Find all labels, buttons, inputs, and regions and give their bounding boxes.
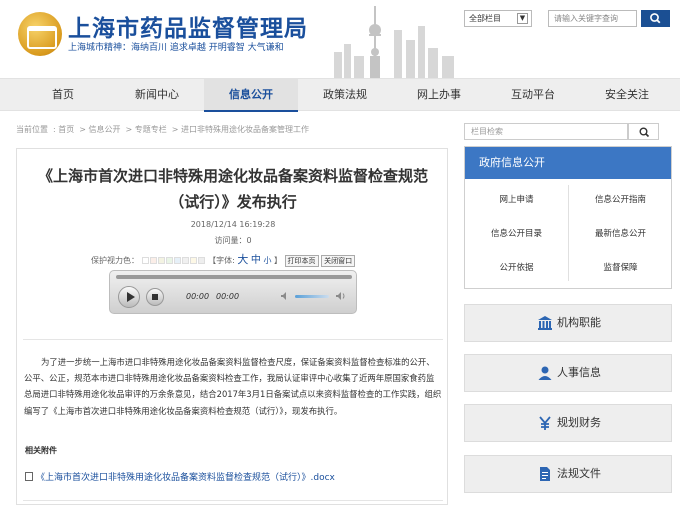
- close-window-button[interactable]: 关闭窗口: [321, 255, 356, 267]
- person-icon: [538, 366, 552, 380]
- color-swatch-beige[interactable]: [157, 257, 165, 264]
- search-icon: [639, 127, 650, 138]
- breadcrumb-special[interactable]: 专题专栏: [135, 125, 167, 134]
- breadcrumb-current[interactable]: 进口非特殊用途化妆品备案管理工作: [181, 125, 309, 134]
- sidebar-button-institution[interactable]: 机构职能: [464, 304, 672, 342]
- color-swatch-pink[interactable]: [149, 257, 157, 264]
- nav-item-safety[interactable]: 安全关注: [580, 79, 674, 112]
- site-title[interactable]: 上海市药品监督管理局: [68, 9, 308, 43]
- font-size-large[interactable]: 大: [237, 253, 248, 266]
- nav-item-policies[interactable]: 政策法规: [298, 79, 392, 112]
- color-swatch-gray[interactable]: [181, 257, 189, 264]
- emblem-logo-icon[interactable]: [18, 12, 62, 56]
- attachment-link-text[interactable]: 《上海市首次进口非特殊用途化妆品备案资料监督检查规范（试行）》.docx: [36, 473, 335, 483]
- volume-up-icon[interactable]: [335, 290, 347, 302]
- nav-item-info-disclosure[interactable]: 信息公开: [204, 79, 298, 112]
- breadcrumb: 当前位置: 首页 > 信息公开 > 专题专栏 > 进口非特殊用途化妆品备案管理工作: [16, 125, 309, 134]
- city-slogan: 上海城市精神：海纳百川 追求卓越 开明睿智 大气谦和: [68, 43, 284, 53]
- attachments-heading: 相关附件: [25, 446, 57, 455]
- color-swatch-white[interactable]: [141, 257, 149, 264]
- total-time: 00:00: [216, 292, 240, 301]
- document-icon: [540, 467, 550, 481]
- institution-icon: [538, 316, 552, 330]
- search-input[interactable]: 请输入关键字查询: [548, 10, 637, 27]
- divider: [23, 500, 443, 501]
- sidebar-button-label: 人事信息: [557, 366, 601, 379]
- sidebar-button-personnel[interactable]: 人事信息: [464, 354, 672, 392]
- article-title-line1: 《上海市首次进口非特殊用途化妆品备案资料监督检查规范: [37, 167, 428, 185]
- publish-date: 2018/12/14 16:19:28: [190, 220, 276, 229]
- audio-player: 00:00 00:00: [109, 270, 357, 314]
- divider: [23, 339, 443, 340]
- breadcrumb-info[interactable]: 信息公开: [89, 125, 121, 134]
- gov-link-catalog[interactable]: 信息公开目录: [465, 217, 568, 251]
- volume-slider[interactable]: [295, 295, 329, 298]
- audio-progress-track[interactable]: [116, 275, 352, 279]
- sidebar-button-finance[interactable]: 规划财务: [464, 404, 672, 442]
- gov-link-online-apply[interactable]: 网上申请: [465, 183, 568, 217]
- play-icon[interactable]: [118, 286, 140, 308]
- nav-item-home[interactable]: 首页: [16, 79, 110, 112]
- breadcrumb-label: 当前位置: [16, 125, 48, 134]
- article-panel: 《上海市首次进口非特殊用途化妆品备案资料监督检查规范 （试行）》发布执行 201…: [16, 148, 448, 505]
- attachment-link[interactable]: 《上海市首次进口非特殊用途化妆品备案资料监督检查规范（试行）》.docx: [25, 470, 335, 483]
- reading-tools: 保护视力色： 【字体: 大 中 小 】 打印本页 关闭窗口: [91, 251, 356, 267]
- font-size-medium[interactable]: 中: [251, 255, 261, 266]
- view-count-label: 访问量：: [214, 236, 247, 245]
- scope-select-value: 全部栏目: [469, 14, 501, 23]
- view-count: 访问量：0: [17, 235, 449, 246]
- sidebar-button-label: 法规文件: [557, 467, 601, 480]
- sidebar-button-label: 规划财务: [557, 416, 601, 429]
- nav-item-news[interactable]: 新闻中心: [110, 79, 204, 112]
- nav-item-online-services[interactable]: 网上办事: [392, 79, 486, 112]
- article-title-line2: （试行）》发布执行: [169, 193, 297, 211]
- gov-link-supervision[interactable]: 监督保障: [569, 251, 672, 285]
- breadcrumb-home[interactable]: 首页: [58, 125, 74, 134]
- color-swatch-blue[interactable]: [173, 257, 181, 264]
- eye-protection-label: 保护视力色：: [91, 256, 139, 265]
- gov-info-title[interactable]: 政府信息公开: [465, 147, 671, 179]
- scope-select[interactable]: 全部栏目 ▼: [464, 10, 532, 27]
- view-count-value: 0: [246, 236, 252, 245]
- font-size-small[interactable]: 小: [263, 256, 271, 265]
- search-button[interactable]: [641, 10, 670, 27]
- sidebar-search-input[interactable]: 栏目检索: [464, 123, 628, 140]
- gov-link-latest[interactable]: 最新信息公开: [569, 217, 672, 251]
- skyline-illustration: [334, 6, 454, 78]
- sidebar-search-button[interactable]: [628, 123, 659, 140]
- font-size-close: 】: [273, 256, 282, 265]
- nav-item-interaction[interactable]: 互动平台: [486, 79, 580, 112]
- yen-icon: [539, 416, 551, 430]
- gov-info-panel: 政府信息公开 网上申请 信息公开指南 信息公开目录 最新信息公开 公开依据 监督…: [464, 146, 672, 289]
- print-button[interactable]: 打印本页: [284, 255, 319, 267]
- color-swatch-yellow[interactable]: [189, 257, 197, 264]
- main-nav: 首页 新闻中心 信息公开 政策法规 网上办事 互动平台 安全关注: [0, 78, 680, 112]
- gov-link-guide[interactable]: 信息公开指南: [569, 183, 672, 217]
- document-icon: [25, 472, 33, 481]
- site-header: 上海市药品监督管理局 上海城市精神：海纳百川 追求卓越 开明睿智 大气谦和 全部…: [0, 0, 680, 78]
- article-title: 《上海市首次进口非特殊用途化妆品备案资料监督检查规范 （试行）》发布执行: [27, 163, 439, 215]
- sidebar-button-regulations[interactable]: 法规文件: [464, 455, 672, 493]
- stop-icon[interactable]: [146, 288, 164, 306]
- chevron-down-icon: ▼: [517, 13, 528, 24]
- volume-down-icon[interactable]: [280, 291, 290, 301]
- font-size-label: 【字体:: [208, 256, 235, 265]
- color-swatch-silver[interactable]: [197, 257, 205, 264]
- search-icon: [650, 13, 661, 24]
- color-swatch-green[interactable]: [165, 257, 173, 264]
- sidebar-button-label: 机构职能: [557, 316, 601, 329]
- article-body: 为了进一步统一上海市进口非特殊用途化妆品备案资料监督检查尺度，保证备案资料监督检…: [24, 357, 442, 416]
- current-time: 00:00: [186, 292, 210, 301]
- gov-link-basis[interactable]: 公开依据: [465, 251, 568, 285]
